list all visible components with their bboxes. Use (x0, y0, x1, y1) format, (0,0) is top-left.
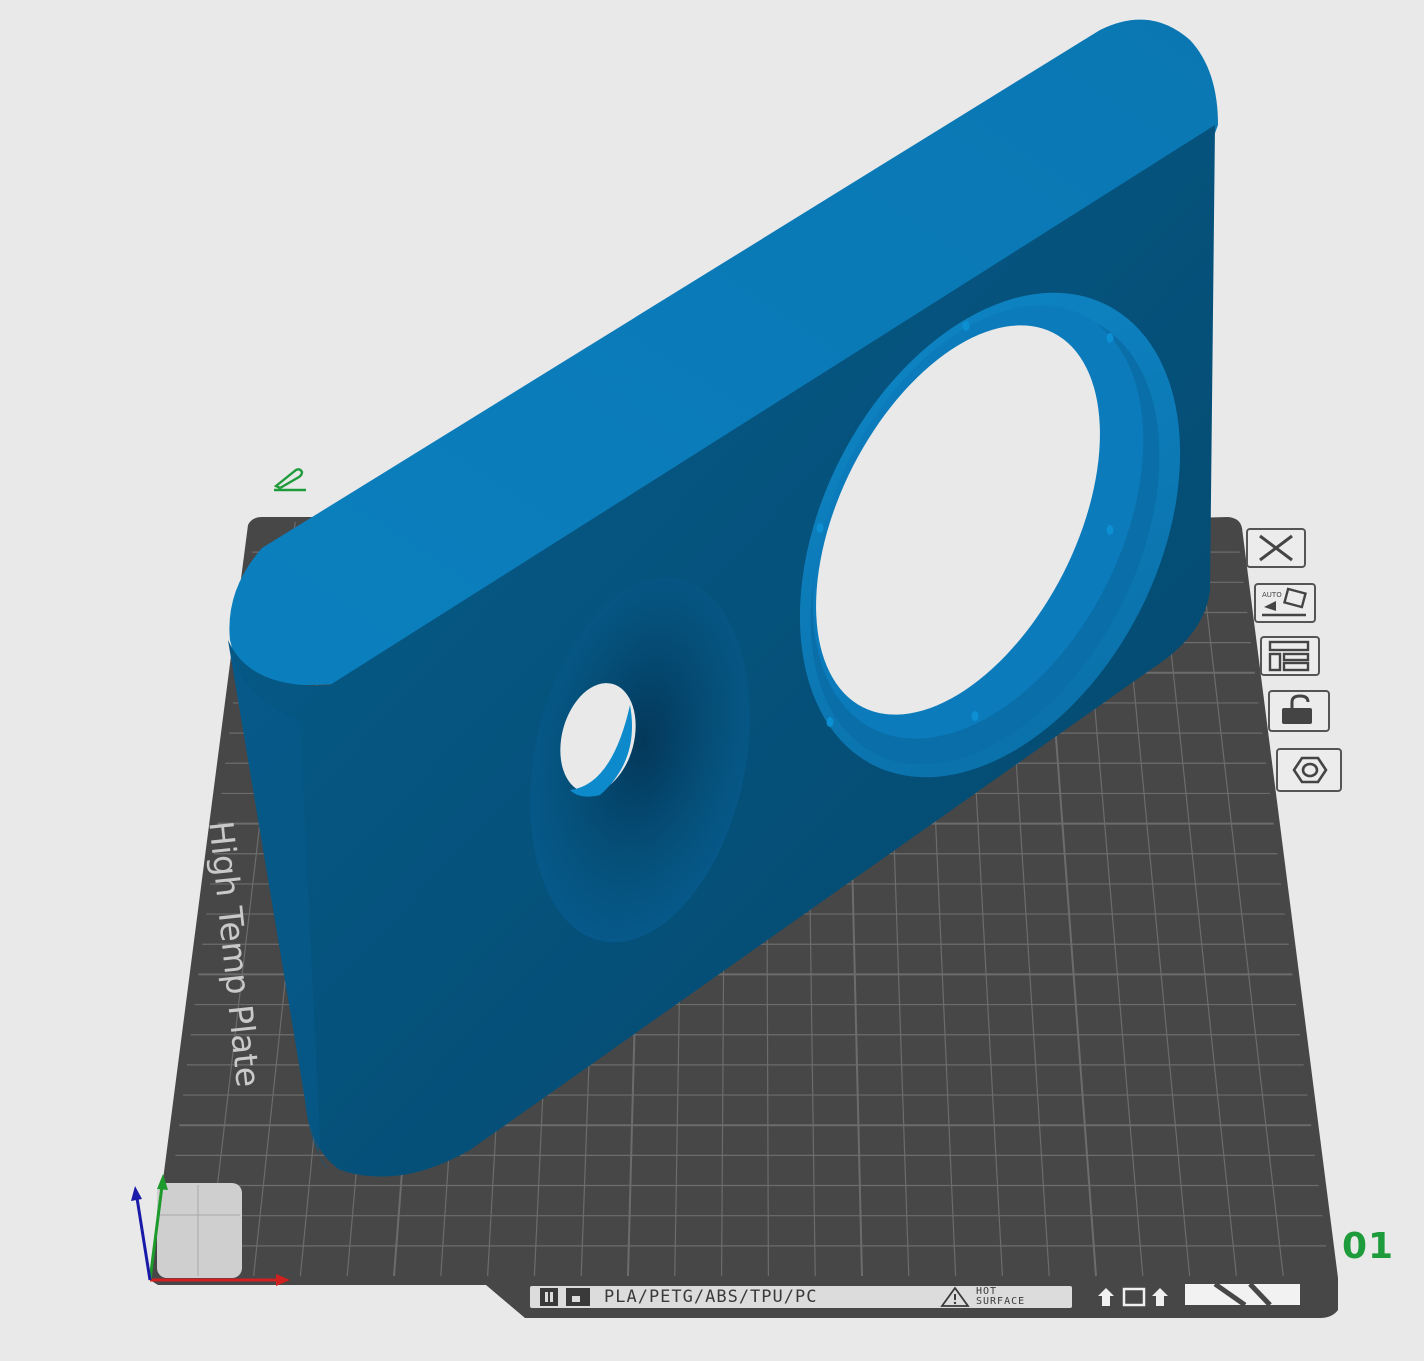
bed-info-strip: PLA/PETG/ABS/TPU/PC HOT SURFACE (530, 1286, 1072, 1308)
unlocked-padlock-icon (1282, 694, 1312, 724)
lock-plate-button[interactable] (1268, 690, 1330, 732)
bed-corner-logo (157, 1183, 242, 1278)
auto-orient-button[interactable]: AUTO (1254, 583, 1316, 623)
hexagon-nut-icon (1292, 756, 1328, 784)
svg-text:AUTO: AUTO (1262, 591, 1282, 599)
arrange-button[interactable] (1260, 636, 1320, 676)
plate-settings-button[interactable] (1276, 748, 1342, 792)
3d-scene[interactable] (0, 0, 1424, 1361)
edit-plate-name-icon[interactable] (272, 466, 308, 492)
remove-plate-button[interactable] (1246, 528, 1306, 568)
plate-toolbar: AUTO (1240, 520, 1350, 820)
bed-materials-text: PLA/PETG/ABS/TPU/PC (604, 1287, 818, 1307)
3d-viewport[interactable]: High Temp Plate PLA/PETG/ABS/TPU/PC HOT (0, 0, 1424, 1361)
plate-number[interactable]: 01 (1342, 1226, 1394, 1267)
auto-orient-icon: AUTO (1262, 587, 1307, 617)
bed-logo-icon (540, 1288, 590, 1306)
hot-surface-warning: HOT SURFACE (938, 1286, 1068, 1308)
warning-triangle-icon (940, 1286, 970, 1307)
surface-label: SURFACE (976, 1296, 1026, 1307)
arrange-icon (1268, 640, 1310, 672)
close-icon (1259, 534, 1293, 562)
